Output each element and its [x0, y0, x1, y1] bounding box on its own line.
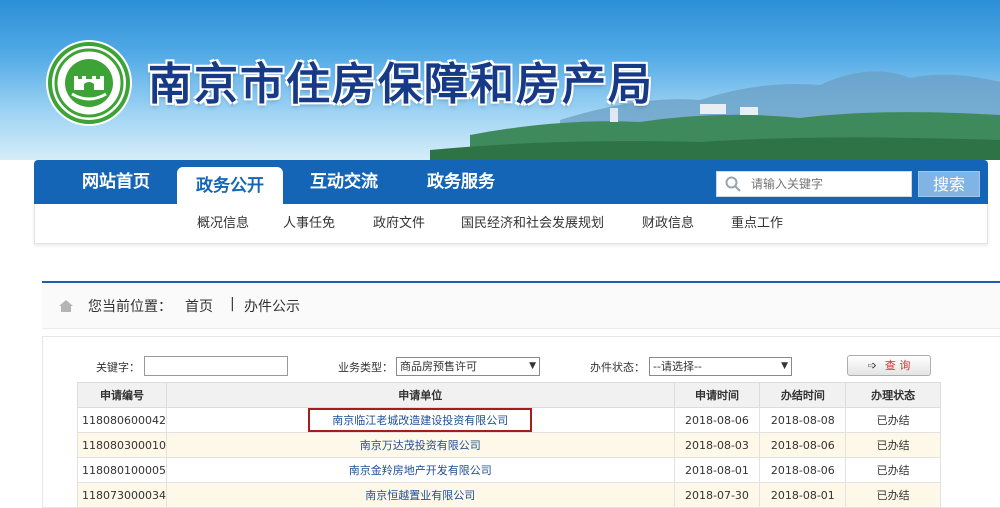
- subnav-item-government-documents[interactable]: 政府文件: [373, 204, 425, 244]
- column-header-completion-date[interactable]: 办结时间: [759, 382, 847, 408]
- status-value: --请选择--: [653, 360, 702, 373]
- breadcrumb-prefix: 您当前位置：: [88, 299, 172, 315]
- column-header-application-date[interactable]: 申请时间: [673, 382, 761, 408]
- site-title[interactable]: 南京市住房保障和房产局: [148, 48, 654, 112]
- keyword-input[interactable]: [144, 356, 288, 376]
- applicant-cell: 南京临江老城改造建设投资有限公司: [165, 407, 675, 433]
- table-row[interactable]: 118073000034 南京恒越置业有限公司 2018-07-30 2018-…: [77, 482, 941, 508]
- search-input[interactable]: [751, 175, 907, 193]
- main-nav: 网站首页 政务公开 互动交流 政务服务 搜索: [34, 160, 988, 204]
- completion-date: 2018-08-08: [759, 407, 847, 433]
- business-type-select[interactable]: 商品房预售许可 ▼: [396, 357, 540, 376]
- breadcrumb-home-link[interactable]: 首页: [185, 296, 213, 316]
- subnav-item-finance[interactable]: 财政信息: [642, 204, 694, 244]
- nav-item-home[interactable]: 网站首页: [60, 160, 172, 204]
- applicant-link-highlighted[interactable]: 南京临江老城改造建设投资有限公司: [308, 408, 533, 432]
- application-number: 118080300010: [77, 432, 167, 458]
- query-button[interactable]: ➩ 查 询: [847, 355, 931, 376]
- completion-date: 2018-08-06: [759, 432, 847, 458]
- table-row[interactable]: 118080100005 南京金羚房地产开发有限公司 2018-08-01 20…: [77, 457, 941, 483]
- subnav-item-overview[interactable]: 概况信息: [197, 204, 249, 244]
- business-type-label: 业务类型：: [338, 361, 393, 374]
- application-number: 118080100005: [77, 457, 167, 483]
- subnav-item-key-work[interactable]: 重点工作: [731, 204, 783, 244]
- column-header-status[interactable]: 办理状态: [845, 382, 941, 408]
- completion-date: 2018-08-06: [759, 457, 847, 483]
- completion-date: 2018-08-01: [759, 482, 847, 508]
- sub-nav: 概况信息 人事任免 政府文件 国民经济和社会发展规划 财政信息 重点工作: [34, 204, 988, 244]
- bureau-logo[interactable]: [48, 42, 130, 124]
- application-date: 2018-08-03: [673, 432, 761, 458]
- nav-item-interaction[interactable]: 互动交流: [288, 160, 400, 204]
- search-button[interactable]: 搜索: [918, 171, 980, 197]
- arrow-right-icon: ➩: [867, 359, 877, 372]
- status-cell: 已办结: [845, 432, 941, 458]
- table-row[interactable]: 118080300010 南京万达茂投资有限公司 2018-08-03 2018…: [77, 432, 941, 458]
- application-date: 2018-08-01: [673, 457, 761, 483]
- search-icon: [725, 176, 741, 192]
- application-number: 118073000034: [77, 482, 167, 508]
- application-number: 118080600042: [77, 407, 167, 433]
- column-header-applicant[interactable]: 申请单位: [165, 382, 675, 408]
- query-button-label: 查 询: [884, 359, 911, 372]
- nav-item-government-affairs[interactable]: 政务公开: [177, 167, 283, 204]
- nav-item-services[interactable]: 政务服务: [405, 160, 517, 204]
- applicant-link[interactable]: 南京金羚房地产开发有限公司: [165, 457, 675, 483]
- status-cell: 已办结: [845, 407, 941, 433]
- site-banner: 南京市住房保障和房产局: [0, 0, 1000, 160]
- subnav-item-development-plan[interactable]: 国民经济和社会发展规划: [461, 204, 604, 244]
- application-date: 2018-08-06: [673, 407, 761, 433]
- status-label: 办件状态：: [590, 361, 645, 374]
- dropdown-arrow-icon: ▼: [529, 361, 536, 371]
- search-box: [716, 171, 912, 197]
- application-date: 2018-07-30: [673, 482, 761, 508]
- keyword-label: 关键字：: [96, 361, 140, 374]
- status-select[interactable]: --请选择-- ▼: [649, 357, 792, 376]
- home-icon: [59, 300, 73, 312]
- dropdown-arrow-icon: ▼: [781, 361, 788, 371]
- status-cell: 已办结: [845, 457, 941, 483]
- applicant-link[interactable]: 南京万达茂投资有限公司: [165, 432, 675, 458]
- results-table: 申请编号 申请单位 申请时间 办结时间 办理状态 118080600042 南京…: [77, 382, 941, 508]
- subnav-item-personnel[interactable]: 人事任免: [283, 204, 335, 244]
- column-header-application-number[interactable]: 申请编号: [77, 382, 167, 408]
- breadcrumb-separator: |: [230, 296, 235, 312]
- breadcrumb-current: 办件公示: [244, 299, 300, 315]
- table-header-row: 申请编号 申请单位 申请时间 办结时间 办理状态: [77, 382, 941, 408]
- business-type-value: 商品房预售许可: [400, 360, 477, 373]
- status-cell: 已办结: [845, 482, 941, 508]
- applicant-link[interactable]: 南京恒越置业有限公司: [165, 482, 675, 508]
- table-row[interactable]: 118080600042 南京临江老城改造建设投资有限公司 2018-08-06…: [77, 407, 941, 433]
